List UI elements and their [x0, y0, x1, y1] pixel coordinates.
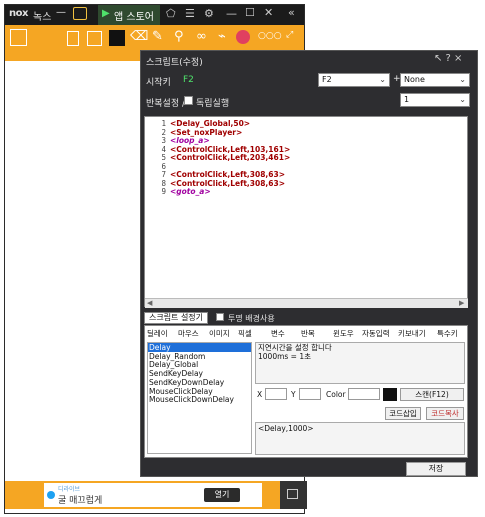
color-label: Color	[326, 390, 346, 399]
code-line: <ControlClick,Left,203,461>	[170, 153, 291, 162]
panel-tab[interactable]: 윈도우	[333, 328, 354, 339]
close-icon[interactable]: ✕	[264, 6, 273, 19]
key-select-value: F2	[322, 75, 332, 84]
x-label: X	[257, 390, 263, 399]
fullscreen-icon[interactable]: ⤢	[286, 30, 293, 40]
chevron-down-icon: ⌄	[459, 95, 466, 104]
panel-tab[interactable]: 픽셀	[238, 328, 252, 339]
nox-app-name: 녹스	[33, 12, 52, 23]
document-icon[interactable]	[67, 31, 79, 46]
info-icon	[47, 491, 55, 499]
expand-icon[interactable]	[10, 29, 27, 46]
dialog-title: 스크립트(수정)	[146, 58, 203, 68]
repeat-label: 반복설정 /	[146, 99, 186, 109]
pentagon-icon[interactable]: ⬠	[166, 7, 176, 20]
panel-tab[interactable]: 이미지	[209, 328, 230, 339]
scroll-left-icon[interactable]: ◀	[147, 299, 152, 307]
transparent-bg-checkbox[interactable]	[216, 313, 224, 321]
insert-code-button[interactable]: 코드삽입	[385, 407, 421, 420]
minimize-icon[interactable]: —	[226, 7, 237, 20]
list-item[interactable]: Delay_Global	[149, 360, 198, 369]
list-item[interactable]: Delay_Random	[149, 352, 205, 361]
chevron-down-icon: ⌄	[459, 75, 466, 84]
y-input[interactable]	[299, 388, 321, 400]
menu-icon[interactable]: ☰	[185, 7, 195, 20]
save-button[interactable]: 저장	[406, 462, 466, 476]
list-item[interactable]: Delay	[149, 343, 171, 352]
code-preview-text: <Delay,1000>	[258, 424, 314, 433]
app-store-label: 앱 스토어	[114, 12, 154, 23]
code-line: <goto_a>	[170, 187, 211, 196]
record-icon[interactable]	[236, 30, 250, 44]
dialog-controls[interactable]: ↖ ? ×	[434, 53, 462, 64]
ad-open-button[interactable]: 열기	[204, 488, 240, 502]
minimize-dash[interactable]: —	[56, 7, 66, 18]
editor-horizontal-scrollbar[interactable]	[145, 298, 468, 308]
color-swatch[interactable]	[383, 388, 397, 401]
nox-logo: nox	[9, 8, 28, 19]
list-item[interactable]: MouseClickDelay	[149, 387, 213, 396]
x-input[interactable]	[265, 388, 287, 400]
pencil-icon[interactable]: ✎	[152, 29, 163, 44]
list-item[interactable]: MouseClickDownDelay	[149, 395, 234, 404]
modifier-select[interactable]: None ⌄	[400, 73, 470, 87]
color-black-icon[interactable]	[109, 30, 125, 46]
dropper-icon[interactable]: ⚲	[174, 29, 184, 44]
panel-tab[interactable]: 변수	[271, 328, 285, 339]
line-number: 9	[161, 187, 166, 196]
panel-tab[interactable]: 마우스	[178, 328, 199, 339]
panel-tab[interactable]: 키보내기	[398, 328, 426, 339]
script-settings-tab[interactable]: 스크립트 설정기	[144, 312, 208, 324]
modifier-select-value: None	[404, 75, 425, 84]
ad-text: 굴 매끄럽게	[58, 496, 103, 506]
play-store-icon: ▶	[102, 8, 110, 19]
key-select[interactable]: F2 ⌄	[318, 73, 390, 87]
standalone-label: 독립실행	[196, 99, 230, 109]
link-icon[interactable]: ∞	[196, 29, 207, 44]
standalone-checkbox[interactable]	[184, 96, 193, 105]
description-text: 지연시간을 설정 합니다 1000ms = 1초	[258, 343, 332, 361]
maximize-icon[interactable]: ☐	[245, 6, 255, 19]
brush-icon[interactable]: ⌁	[218, 29, 226, 44]
list-item[interactable]: SendKeyDelay	[149, 369, 203, 378]
chevron-down-icon: ⌄	[379, 75, 386, 84]
list-item[interactable]: SendKeyDownDelay	[149, 378, 224, 387]
panel-tab[interactable]: 자동입력	[362, 328, 390, 339]
eraser-icon[interactable]: ⌫	[130, 29, 148, 44]
window-icon	[287, 489, 298, 499]
panel-tab[interactable]: 반복	[301, 328, 315, 339]
home-icon[interactable]	[73, 7, 87, 20]
panel-tab[interactable]: 특수키	[437, 328, 458, 339]
ad-sponsor: 디라이브	[58, 486, 81, 493]
gear-icon[interactable]: ⚙	[204, 7, 214, 20]
color-input[interactable]	[348, 388, 380, 400]
more-icon[interactable]: ○○○	[258, 31, 282, 41]
panel-tab[interactable]: 딜레이	[147, 328, 168, 339]
repeat-select[interactable]: 1 ⌄	[400, 93, 470, 107]
capture-button[interactable]: 스캔(F12)	[400, 388, 464, 401]
collapse-icon[interactable]: «	[288, 6, 295, 19]
copy-code-button[interactable]: 코드복사	[426, 407, 464, 420]
transparent-bg-label: 투명 배경사용	[228, 314, 275, 323]
y-label: Y	[291, 390, 296, 399]
image-icon[interactable]	[87, 31, 102, 46]
start-key-value: F2	[183, 75, 194, 85]
repeat-select-value: 1	[404, 95, 410, 104]
start-key-label: 시작키	[146, 78, 171, 88]
scroll-right-icon[interactable]: ▶	[459, 299, 464, 307]
